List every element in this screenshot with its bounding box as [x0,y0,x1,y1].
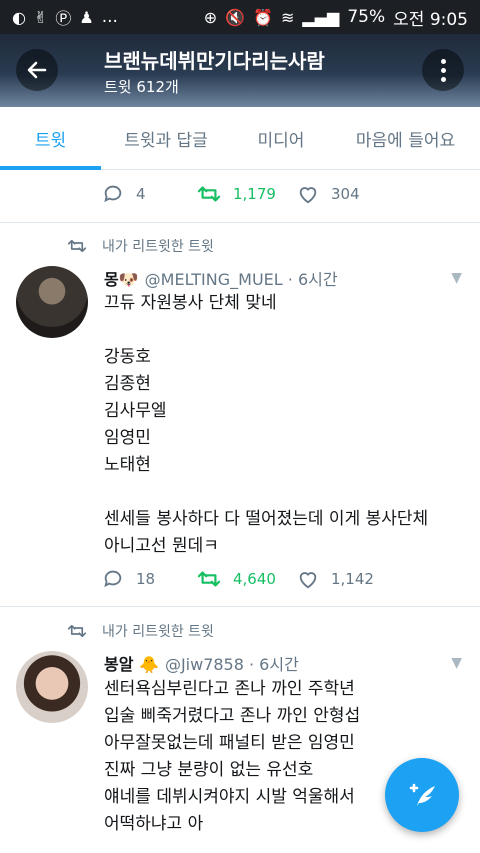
heart-icon [299,187,317,204]
retweet-context: 내가 리트윗한 트윗 [66,236,214,256]
p-icon: Ⓟ [55,9,72,28]
tweet-line: 김종현 [104,374,151,394]
app-icon: ◐ [12,7,26,27]
wifi-icon: ≋ [281,7,295,27]
add-icon: ⊕ [203,7,218,27]
tweet-line: 끄듀 자원봉사 단체 맞네 [104,293,277,313]
reply-icon [104,570,122,588]
tweet-line: 강동호 [104,347,151,367]
tweet-line: 아니고선 뭔데ㅋ [104,536,219,556]
divider [0,222,480,223]
signal-icon: ▂▄▆ [302,7,340,27]
like-count: 304 [331,185,360,203]
like-button[interactable]: 1,142 [297,568,374,590]
overflow-menu-button[interactable] [422,49,464,91]
reply-count: 18 [136,570,156,588]
profile-tabs: 트윗 트윗과 답글 미디어 마음에 들어요 [0,107,480,170]
profile-title: 브랜뉴데뷔만기다리는사람 [104,49,325,73]
avatar[interactable] [16,266,88,338]
alarm-icon: ⏰ [253,7,274,27]
handle-and-time: @MELTING_MUEL · 6시간 [144,270,338,289]
back-button[interactable] [16,49,58,91]
compose-quill-icon [409,783,435,806]
reply-button[interactable]: 18 [102,568,197,590]
reply-icon [104,185,122,203]
clock: 오전 9:05 [393,9,468,30]
status-bar: ◐ ✌ Ⓟ ♟ ... ⊕ 🔇 ⏰ ≋ ▂▄▆ 75% 오전 9:05 [0,0,480,34]
tweet-count: 트윗 612개 [104,78,179,96]
tweet-actions: 18 4,640 1,142 [102,568,374,590]
dot-icon [440,76,446,82]
heart-icon [299,572,317,589]
dot-icon [440,67,446,73]
tab-likes[interactable]: 마음에 들어요 [331,107,480,170]
tweet-line: 아무잘못없는데 패널티 받은 임영민 [104,733,355,753]
arrow-left-icon [27,61,47,79]
like-count: 1,142 [331,570,374,588]
tweet-actions: 4 1,179 304 [102,183,360,205]
tweet-line: 김사무엘 [104,401,167,421]
retweet-icon [67,624,87,638]
dot-icon [440,58,446,64]
retweet-icon [197,571,221,587]
display-name: 봉알 🐥 [104,655,159,674]
divider [0,606,480,607]
retweet-icon [67,239,87,253]
like-button[interactable]: 304 [297,183,360,205]
retweet-context: 내가 리트윗한 트윗 [66,621,214,641]
tab-media[interactable]: 미디어 [231,107,331,170]
tweet-text: 끄듀 자원봉사 단체 맞네 강동호 김종현 김사무엘 임영민 노태현 센세들 봉… [104,290,464,560]
peace-icon: ✌ [33,7,48,27]
tweet-line [104,479,464,506]
display-name: 몽🐶 [104,270,139,289]
compose-tweet-button[interactable] [385,758,459,832]
notification-icon: ♟ [79,7,94,27]
tweet-line: 입술 삐죽거렸다고 존나 까인 안형섭 [104,706,361,726]
chevron-down-icon[interactable]: ▼ [451,270,462,286]
retweet-context-label: 내가 리트윗한 트윗 [102,624,214,640]
reply-count: 4 [136,185,146,203]
tweet-author[interactable]: 봉알 🐥 @Jiw7858 · 6시간 [104,651,299,675]
tweet-line: 센터욕심부린다고 존나 까인 주학년 [104,679,355,699]
profile-header: 브랜뉴데뷔만기다리는사람 트윗 612개 [0,34,480,107]
retweet-context-label: 내가 리트윗한 트윗 [102,239,214,255]
avatar[interactable] [16,651,88,723]
mute-icon: 🔇 [225,7,246,27]
more-notifications-icon: ... [101,7,118,27]
tab-tweets[interactable]: 트윗 [0,107,101,170]
active-tab-indicator [0,166,101,170]
tweet-line: 임영민 [104,428,151,448]
retweet-count: 1,179 [233,185,276,203]
battery-level: 75% [347,7,386,27]
tweet-line: 노태현 [104,455,151,475]
tweet-line: 센세들 봉사하다 다 떨어졌는데 이게 봉사단체 [104,509,429,529]
tweet-line [104,317,464,344]
retweet-count: 4,640 [233,570,276,588]
retweet-icon [197,186,221,202]
chevron-down-icon[interactable]: ▼ [451,655,462,671]
retweet-button[interactable]: 4,640 [197,568,297,590]
handle-and-time: @Jiw7858 · 6시간 [164,655,299,674]
reply-button[interactable]: 4 [102,183,197,205]
retweet-button[interactable]: 1,179 [197,183,297,205]
tweet-author[interactable]: 몽🐶 @MELTING_MUEL · 6시간 [104,266,338,290]
tab-tweets-and-replies[interactable]: 트윗과 답글 [101,107,231,170]
